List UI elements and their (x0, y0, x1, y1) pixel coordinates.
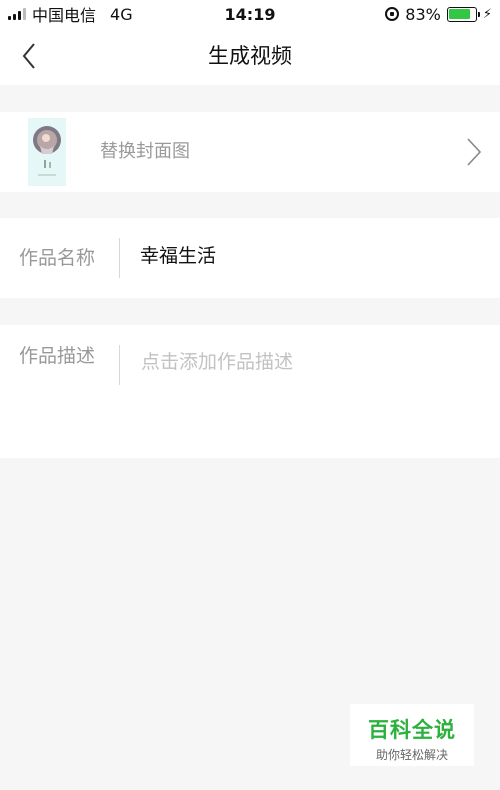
chevron-right-icon (467, 138, 482, 166)
watermark-title: 百科全说 (368, 718, 456, 742)
cover-image-graphic (28, 118, 66, 186)
back-button[interactable] (14, 40, 44, 72)
status-bar: 中国电信 4G 14:19 83% ⚡ (0, 0, 500, 28)
page-title: 生成视频 (208, 44, 292, 68)
work-name-input[interactable]: 幸福生活 (140, 218, 216, 294)
network-type: 4G (110, 4, 133, 24)
work-name-label: 作品名称 (19, 247, 96, 269)
watermark-subtitle: 助你轻松解决 (375, 748, 448, 762)
replace-cover-label: 替换封面图 (100, 141, 190, 162)
field-divider (119, 345, 120, 385)
carrier-name: 中国电信 (32, 6, 97, 25)
field-divider (119, 238, 120, 278)
cover-thumbnail (28, 118, 66, 186)
replace-cover-row[interactable]: 替换封面图 (0, 112, 500, 192)
chevron-left-icon (22, 43, 35, 69)
navigation-bar: 生成视频 (0, 28, 500, 85)
orientation-lock-icon (385, 7, 400, 21)
battery-level-fill (449, 9, 471, 19)
work-description-label: 作品描述 (19, 345, 96, 367)
work-description-input[interactable]: 点击添加作品描述 (141, 347, 293, 374)
work-description-row: 作品描述 点击添加作品描述 (0, 325, 500, 458)
battery-icon (446, 6, 480, 22)
watermark-logo: 百科全说 助你轻松解决 (350, 704, 474, 766)
status-right-group: 83% ⚡ (385, 0, 492, 28)
signal-strength-icon (8, 8, 26, 20)
work-name-row: 作品名称 幸福生活 (0, 218, 500, 298)
charging-bolt-icon: ⚡ (482, 6, 492, 22)
battery-percent: 83% (405, 4, 441, 24)
